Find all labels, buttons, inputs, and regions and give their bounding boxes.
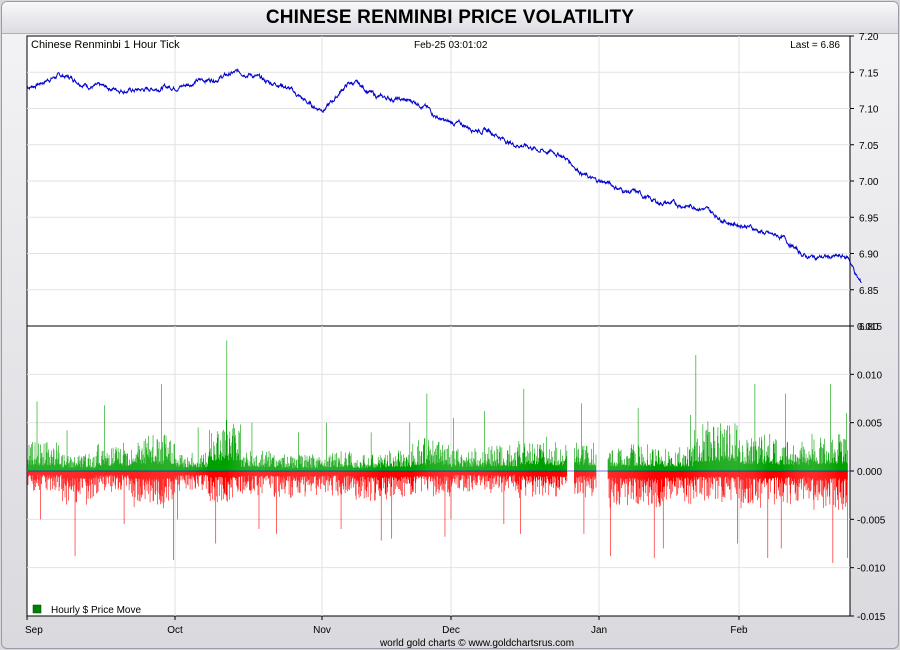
last-value-label: Last = 6.86 bbox=[790, 40, 840, 51]
x-tick-label: Dec bbox=[442, 625, 460, 636]
x-tick-label: Oct bbox=[167, 625, 183, 636]
price-y-axis: 7.207.157.107.057.006.956.906.856.80 bbox=[850, 32, 879, 333]
price-panel-title: Chinese Renminbi 1 Hour Tick bbox=[31, 39, 180, 51]
price-tick-label: 7.00 bbox=[859, 177, 879, 188]
volatility-tick-label: 0.015 bbox=[857, 322, 882, 333]
price-tick-label: 7.15 bbox=[859, 68, 879, 79]
x-tick-label: Nov bbox=[313, 625, 331, 636]
volatility-y-axis: 0.015 0.010 0.005 0.000 -0.005 -0.010 -0.015 bbox=[850, 322, 886, 623]
chart-svg: 7.207.157.107.057.006.956.906.856.80 Chi… bbox=[25, 32, 886, 648]
x-axis: Sep Oct Nov Dec Jan Feb bbox=[25, 616, 748, 636]
volatility-tick-label: -0.015 bbox=[857, 612, 886, 623]
price-tick-label: 7.10 bbox=[859, 105, 879, 116]
price-tick-label: 6.90 bbox=[859, 250, 879, 261]
volatility-tick-label: -0.005 bbox=[857, 515, 886, 526]
legend-swatch bbox=[32, 604, 42, 614]
x-tick-label: Jan bbox=[591, 625, 607, 636]
price-tick-label: 7.05 bbox=[859, 141, 879, 152]
price-tick-label: 6.85 bbox=[859, 286, 879, 297]
volatility-tick-label: 0.000 bbox=[857, 467, 882, 478]
timestamp-label: Feb-25 03:01:02 bbox=[414, 40, 488, 51]
price-tick-label: 7.20 bbox=[859, 32, 879, 43]
volatility-tick-label: 0.005 bbox=[857, 419, 882, 430]
volatility-tick-label: -0.010 bbox=[857, 564, 886, 575]
x-tick-label: Feb bbox=[730, 625, 748, 636]
volatility-tick-label: 0.010 bbox=[857, 370, 882, 381]
x-tick-label: Sep bbox=[25, 625, 43, 636]
price-tick-label: 6.95 bbox=[859, 213, 879, 224]
credit-label: world gold charts © www.goldchartsrus.co… bbox=[379, 638, 574, 648]
chart-frame: CHINESE RENMINBI PRICE VOLATILITY 7.20 7.… bbox=[1, 1, 899, 649]
legend-label: Hourly $ Price Move bbox=[51, 605, 141, 616]
